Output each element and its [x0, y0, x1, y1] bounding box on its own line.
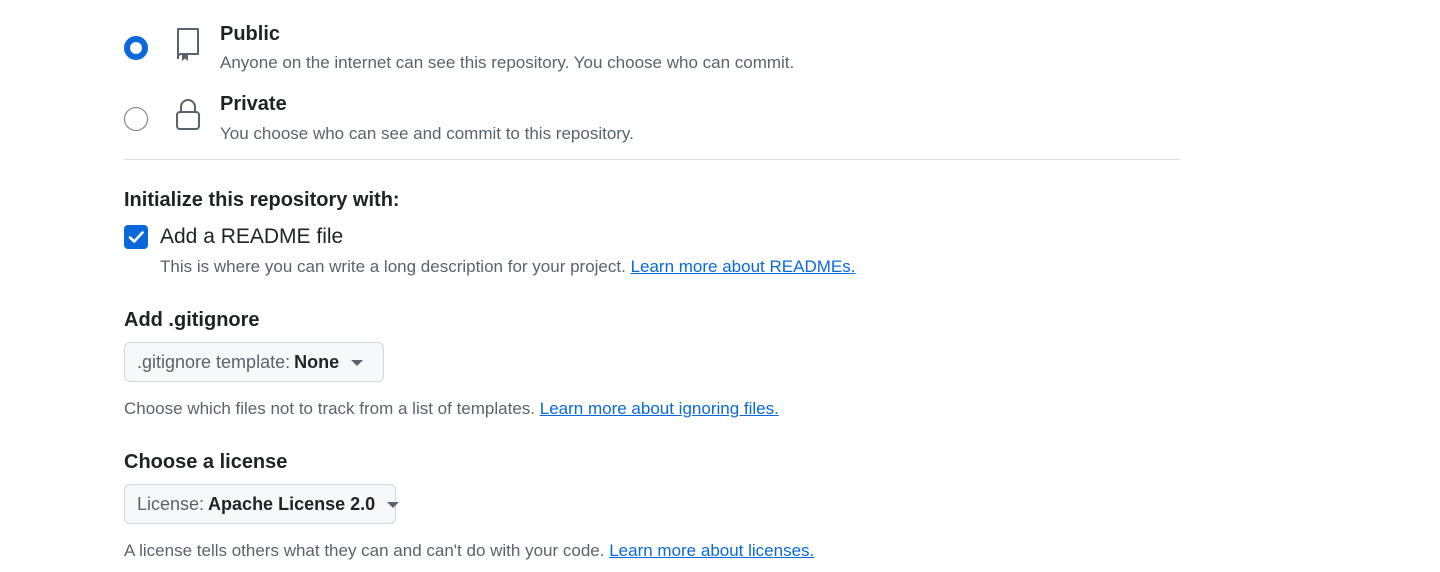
- gitignore-template-select[interactable]: .gitignore template: None: [124, 342, 384, 382]
- license-learn-more-link[interactable]: Learn more about licenses.: [609, 541, 814, 560]
- gitignore-learn-more-link[interactable]: Learn more about ignoring files.: [540, 399, 779, 418]
- public-title: Public: [220, 23, 281, 45]
- license-heading: Choose a license: [124, 451, 288, 473]
- gitignore-help: Choose which files not to track from a l…: [124, 399, 779, 419]
- readme-help: This is where you can write a long descr…: [160, 257, 855, 277]
- license-help-text: A license tells others what they can and…: [124, 541, 605, 560]
- initialize-heading: Initialize this repository with:: [124, 189, 400, 211]
- private-title: Private: [220, 93, 287, 115]
- public-radio[interactable]: [124, 36, 148, 60]
- readme-label[interactable]: Add a README file: [160, 225, 343, 249]
- license-select-value: Apache License 2.0: [208, 493, 376, 514]
- caret-down-icon: [387, 502, 400, 508]
- lock-icon: [176, 99, 200, 130]
- repo-icon: [177, 28, 199, 61]
- gitignore-select-prefix: .gitignore template:: [137, 351, 291, 372]
- readme-learn-more-link[interactable]: Learn more about READMEs.: [631, 257, 856, 276]
- license-select[interactable]: License: Apache License 2.0: [124, 484, 400, 524]
- caret-down-icon: [351, 360, 364, 366]
- readme-help-text: This is where you can write a long descr…: [160, 257, 626, 276]
- public-description: Anyone on the internet can see this repo…: [220, 53, 795, 72]
- private-radio[interactable]: [124, 107, 148, 131]
- license-select-prefix: License:: [137, 493, 205, 514]
- section-divider: [124, 159, 1180, 160]
- gitignore-help-text: Choose which files not to track from a l…: [124, 399, 536, 418]
- checkmark-icon: [128, 231, 144, 243]
- license-help: A license tells others what they can and…: [124, 541, 814, 561]
- gitignore-select-value: None: [294, 351, 340, 372]
- gitignore-heading: Add .gitignore: [124, 309, 260, 331]
- private-description: You choose who can see and commit to thi…: [220, 124, 634, 143]
- readme-checkbox[interactable]: [124, 225, 148, 249]
